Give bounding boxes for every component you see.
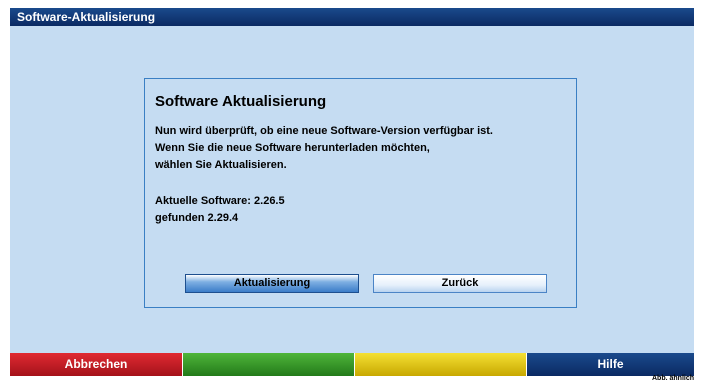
back-button[interactable]: Zurück bbox=[373, 274, 547, 293]
update-button[interactable]: Aktualisierung bbox=[185, 274, 359, 293]
tv-screen: Software-Aktualisierung Software Aktuali… bbox=[10, 8, 694, 376]
dialog-title: Software Aktualisierung bbox=[155, 93, 327, 110]
image-similar-note: Abb. ähnlich bbox=[652, 375, 694, 382]
dialog-text-line-3: wählen Sie Aktualisieren. bbox=[155, 159, 287, 171]
color-key-bar: Abbrechen Hilfe bbox=[10, 353, 694, 376]
green-key[interactable] bbox=[182, 353, 354, 376]
dialog-text-line-2: Wenn Sie die neue Software herunterladen… bbox=[155, 142, 430, 154]
current-software-version: Aktuelle Software: 2.26.5 bbox=[155, 195, 285, 207]
blue-key-help[interactable]: Hilfe bbox=[526, 353, 694, 376]
update-dialog: Software Aktualisierung Nun wird überprü… bbox=[144, 78, 577, 308]
red-key-cancel[interactable]: Abbrechen bbox=[10, 353, 182, 376]
found-software-version: gefunden 2.29.4 bbox=[155, 212, 239, 224]
dialog-text-line-1: Nun wird überprüft, ob eine neue Softwar… bbox=[155, 125, 493, 137]
window-title: Software-Aktualisierung bbox=[10, 8, 694, 26]
yellow-key[interactable] bbox=[354, 353, 526, 376]
